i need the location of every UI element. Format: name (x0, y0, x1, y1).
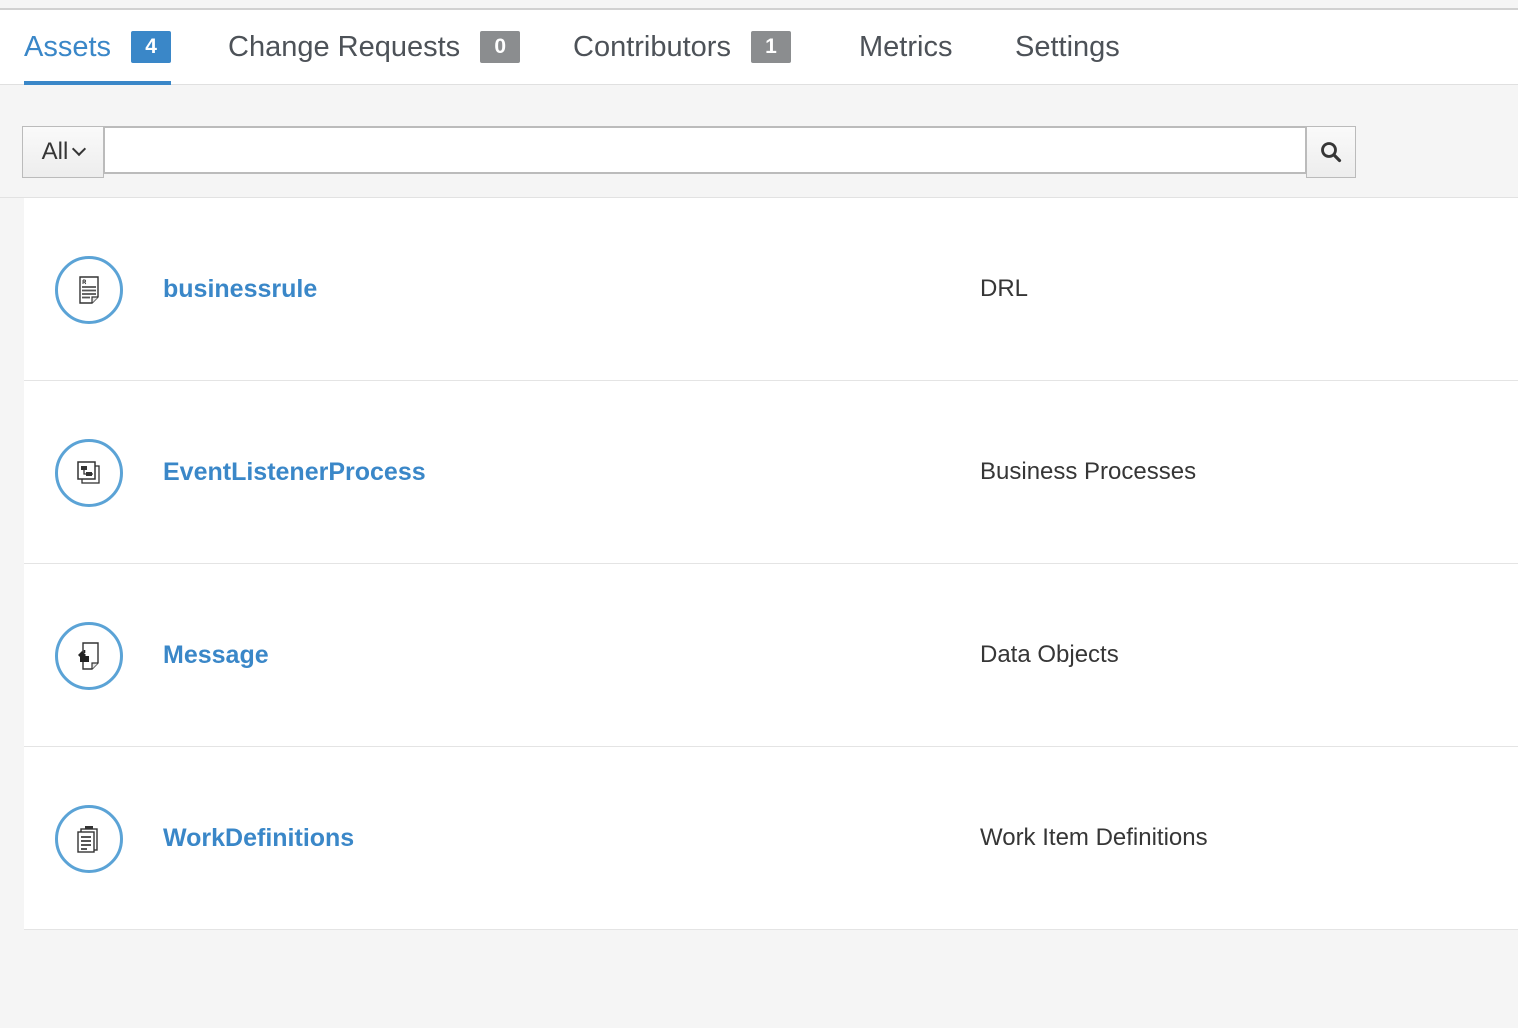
asset-type: Data Objects (980, 641, 1119, 668)
asset-name-link[interactable]: EventListenerProcess (163, 381, 426, 563)
asset-type: Business Processes (980, 458, 1197, 485)
tab-bar: Assets 4 Change Requests 0 Contributors … (0, 10, 1518, 85)
asset-list: businessrule DRL EventListenerProcess Bu… (24, 198, 1518, 930)
asset-row[interactable]: WorkDefinitions Work Item Definitions (24, 747, 1518, 929)
asset-row[interactable]: EventListenerProcess Business Processes (24, 381, 1518, 564)
tab-label: Settings (1015, 30, 1120, 63)
business-process-icon (55, 439, 123, 507)
tab-label: Assets (24, 30, 112, 63)
search-bar: All (22, 126, 1360, 178)
tab-change-requests[interactable]: Change Requests 0 (228, 10, 521, 84)
asset-name-link[interactable]: Message (163, 564, 269, 746)
tab-label: Contributors (573, 30, 731, 63)
search-button[interactable] (1306, 126, 1356, 178)
filter-dropdown[interactable]: All (22, 126, 104, 178)
drl-rule-icon (55, 256, 123, 324)
count-badge: 4 (131, 31, 172, 63)
search-icon (1321, 142, 1342, 163)
filter-label: All (41, 138, 69, 165)
tab-settings[interactable]: Settings (1015, 10, 1120, 84)
work-item-definition-icon (55, 805, 123, 873)
asset-name-link[interactable]: WorkDefinitions (163, 747, 354, 929)
tab-metrics[interactable]: Metrics (859, 10, 952, 84)
tab-label: Change Requests (228, 30, 461, 63)
chevron-down-icon (72, 141, 87, 157)
count-badge: 0 (480, 31, 521, 63)
asset-row[interactable]: businessrule DRL (24, 198, 1518, 381)
count-badge: 1 (750, 31, 791, 63)
search-input[interactable] (104, 126, 1306, 174)
asset-row[interactable]: Message Data Objects (24, 564, 1518, 747)
tab-assets[interactable]: Assets 4 (24, 10, 172, 85)
data-object-icon (55, 622, 123, 690)
asset-type: Work Item Definitions (980, 824, 1208, 851)
asset-name-link[interactable]: businessrule (163, 198, 317, 380)
tab-label: Metrics (859, 30, 953, 63)
tab-contributors[interactable]: Contributors 1 (573, 10, 791, 84)
asset-type: DRL (980, 275, 1029, 302)
